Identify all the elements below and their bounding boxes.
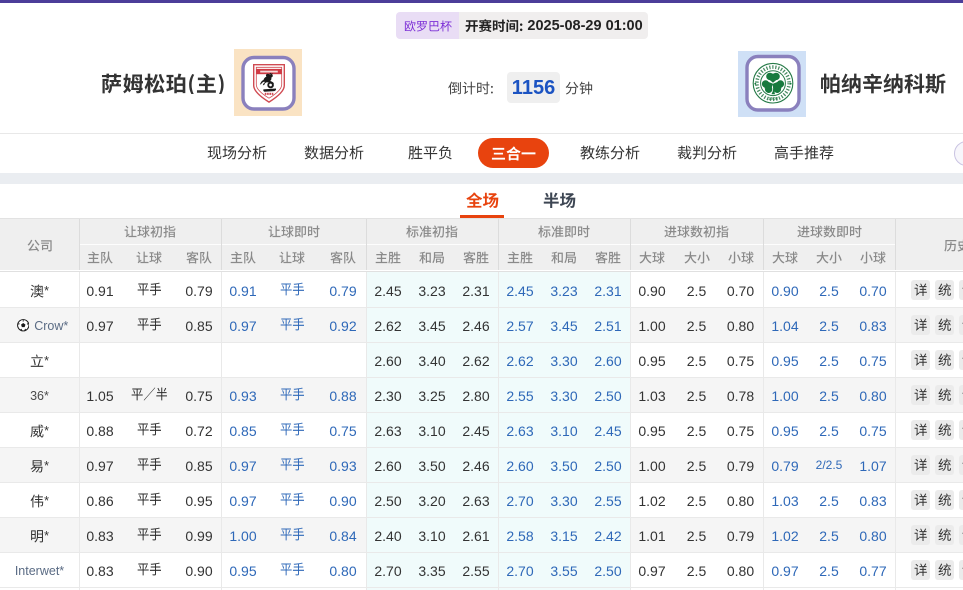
svg-text:1908: 1908 xyxy=(768,96,779,101)
